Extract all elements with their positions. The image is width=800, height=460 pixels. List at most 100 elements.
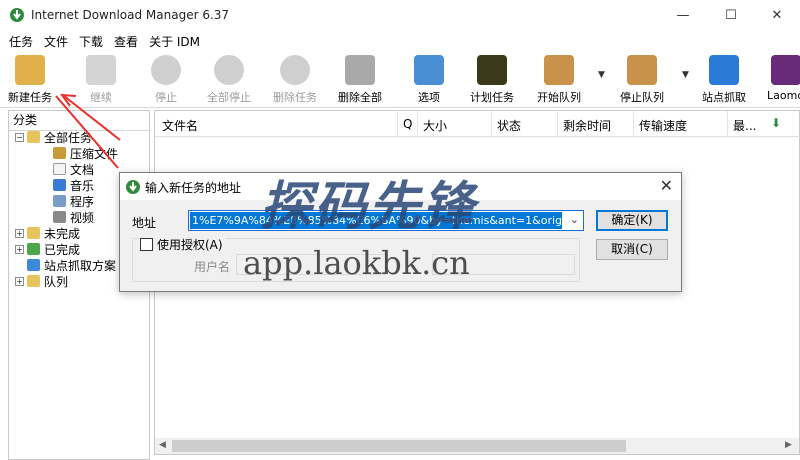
column-divider[interactable] xyxy=(417,111,418,137)
tree-item-label: 全部任务 xyxy=(44,130,93,145)
scroll-left-icon[interactable]: ◀ xyxy=(159,440,166,450)
column-speed[interactable]: 传输速度 xyxy=(639,117,687,134)
stop-all-icon xyxy=(214,55,244,85)
column-last[interactable]: 最... xyxy=(733,117,756,134)
tree-item-video[interactable]: 视频 xyxy=(53,209,94,225)
username-label: 用户名 xyxy=(194,260,231,274)
menu-about[interactable]: 关于 IDM xyxy=(144,33,205,50)
laomo-button[interactable]: Laomo xyxy=(767,55,800,105)
scheduler-label: 计划任务 xyxy=(470,91,514,104)
delete-all-button[interactable]: 删除全部 xyxy=(338,55,382,105)
column-size[interactable]: 大小 xyxy=(423,117,447,134)
column-divider[interactable] xyxy=(633,111,634,137)
start-queue-label: 开始队列 xyxy=(537,91,581,104)
document-icon xyxy=(53,163,66,175)
use-auth-label: 使用授权(A) xyxy=(157,238,223,252)
resume-button[interactable]: 继续 xyxy=(86,55,116,105)
column-divider[interactable] xyxy=(727,111,728,137)
stop-queue-button[interactable]: 停止队列 xyxy=(620,55,664,105)
stop-all-label: 全部停止 xyxy=(207,91,251,104)
queue-folder-icon xyxy=(27,275,40,287)
tree-item-grabber[interactable]: 站点抓取方案 xyxy=(27,257,116,273)
start-queue-button[interactable]: 开始队列 xyxy=(537,55,581,105)
options-button[interactable]: 选项 xyxy=(414,55,444,105)
folder-incomplete-icon xyxy=(27,227,40,239)
horizontal-scrollbar[interactable]: ◀ ▶ xyxy=(155,438,799,454)
laomo-label: Laomo xyxy=(767,89,800,102)
folder-complete-icon xyxy=(27,243,40,255)
options-icon xyxy=(414,55,444,85)
laomo-icon xyxy=(770,55,800,85)
site-grabber-icon xyxy=(709,55,739,85)
tree-item-queues[interactable]: + 队列 xyxy=(15,273,68,289)
chevron-down-icon[interactable]: ⌄ xyxy=(570,213,579,226)
music-icon xyxy=(53,179,66,191)
tree-item-label: 队列 xyxy=(44,274,69,289)
site-grabber-button[interactable]: 站点抓取 xyxy=(702,55,746,105)
column-divider[interactable] xyxy=(491,111,492,137)
cancel-button[interactable]: 取消(C) xyxy=(596,239,668,260)
resume-label: 继续 xyxy=(90,91,112,104)
tree-item-music[interactable]: 音乐 xyxy=(53,177,94,193)
menu-bar: 任务 文件 下载 查看 关于 IDM xyxy=(0,30,800,52)
tree-item-label: 程序 xyxy=(70,194,95,209)
maximize-button[interactable]: ☐ xyxy=(708,0,754,30)
scheduler-button[interactable]: 计划任务 xyxy=(470,55,514,105)
menu-download[interactable]: 下载 xyxy=(74,33,108,50)
tree-toggle-queues[interactable]: + xyxy=(15,276,24,286)
delete-task-button[interactable]: 删除任务 xyxy=(273,55,317,105)
idm-app-icon xyxy=(126,180,140,194)
minimize-button[interactable]: — xyxy=(660,0,706,30)
tree-toggle-complete[interactable]: + xyxy=(15,244,24,254)
scroll-right-icon[interactable]: ▶ xyxy=(785,440,792,450)
column-divider[interactable] xyxy=(397,111,398,137)
watermark-site: app.laokbk.cn xyxy=(243,244,470,282)
tree-item-documents[interactable]: 文档 xyxy=(53,161,94,177)
sort-arrow-icon[interactable]: ⬇ xyxy=(771,116,781,130)
grabber-project-icon xyxy=(27,259,40,271)
tree-toggle-all[interactable]: − xyxy=(15,132,24,142)
ok-button[interactable]: 确定(K) xyxy=(596,210,668,231)
column-divider[interactable] xyxy=(557,111,558,137)
stop-all-button[interactable]: 全部停止 xyxy=(207,55,251,105)
column-time-left[interactable]: 剩余时间 xyxy=(563,117,611,134)
folder-open-icon xyxy=(27,131,40,143)
options-label: 选项 xyxy=(418,91,440,104)
dialog-title: 输入新任务的地址 xyxy=(145,181,242,195)
stop-queue-dropdown-icon[interactable]: ▼ xyxy=(682,70,689,80)
close-button[interactable]: ✕ xyxy=(754,0,800,30)
menu-view[interactable]: 查看 xyxy=(109,33,143,50)
window-title: Internet Download Manager 6.37 xyxy=(31,8,230,22)
start-queue-dropdown-icon[interactable]: ▼ xyxy=(598,70,605,80)
address-label: 地址 xyxy=(132,216,157,230)
tree-toggle-incomplete[interactable]: + xyxy=(15,228,24,238)
idm-app-icon xyxy=(10,8,24,22)
new-task-button[interactable]: 新建任务 xyxy=(8,55,52,105)
scheduler-icon xyxy=(477,55,507,85)
dialog-close-icon[interactable]: ✕ xyxy=(660,176,673,195)
video-icon xyxy=(53,211,66,223)
archive-icon xyxy=(53,147,66,159)
stop-button[interactable]: 停止 xyxy=(151,55,181,105)
checkbox-box[interactable] xyxy=(140,238,153,251)
toolbar: 新建任务 继续 停止 全部停止 删除任务 删除全部 选项 计划任务 开始队列 ▼… xyxy=(0,52,800,108)
watermark-brand: 探码先锋 xyxy=(260,177,477,237)
scrollbar-thumb[interactable] xyxy=(172,440,626,452)
tree-item-all[interactable]: − 全部任务 xyxy=(15,129,92,145)
tree-item-programs[interactable]: 程序 xyxy=(53,193,94,209)
column-filename[interactable]: 文件名 xyxy=(162,117,198,134)
tree-item-complete[interactable]: + 已完成 xyxy=(15,241,80,257)
tree-item-incomplete[interactable]: + 未完成 xyxy=(15,225,80,241)
menu-tasks[interactable]: 任务 xyxy=(4,33,38,50)
title-bar: Internet Download Manager 6.37 — ☐ ✕ xyxy=(0,0,800,30)
menu-file[interactable]: 文件 xyxy=(39,33,73,50)
tree-item-label: 文档 xyxy=(70,162,95,177)
site-grabber-label: 站点抓取 xyxy=(702,91,746,104)
delete-all-icon xyxy=(345,55,375,85)
column-status[interactable]: 状态 xyxy=(497,117,521,134)
use-auth-checkbox[interactable]: 使用授权(A) xyxy=(140,236,226,253)
list-header: 文件名 Q 大小 状态 剩余时间 传输速度 最... ⬇ xyxy=(155,111,800,137)
column-q[interactable]: Q xyxy=(403,117,412,131)
tree-item-label: 视频 xyxy=(70,210,95,225)
tree-item-archives[interactable]: 压缩文件 xyxy=(53,145,118,161)
